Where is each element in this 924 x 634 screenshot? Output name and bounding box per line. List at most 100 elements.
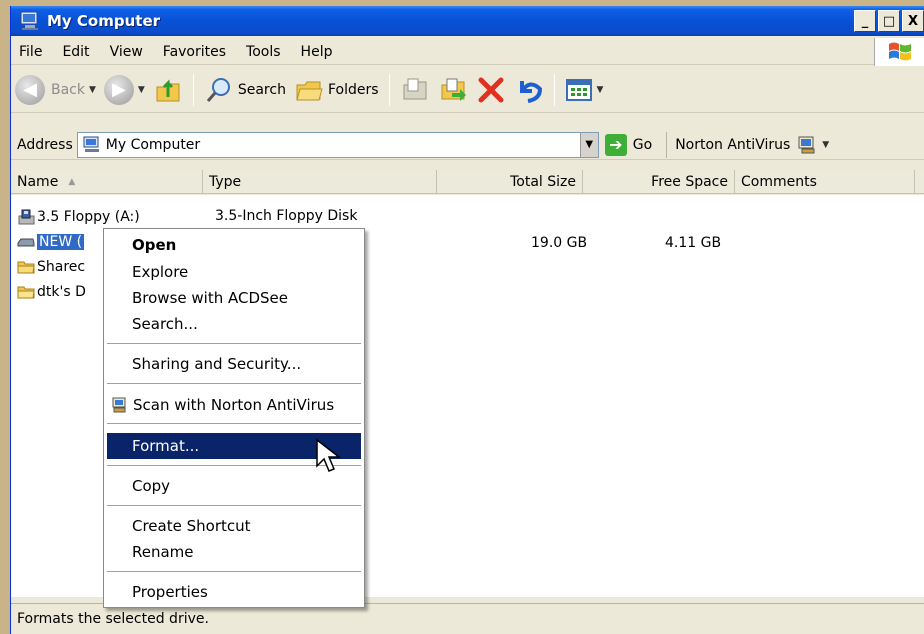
column-header-label: Comments <box>741 174 817 190</box>
copy-to-icon <box>441 78 466 101</box>
chevron-down-icon[interactable]: ▼ <box>89 85 96 95</box>
menu-separator <box>107 505 361 506</box>
back-button[interactable]: ◀ Back ▼ <box>11 71 100 109</box>
delete-button[interactable] <box>472 71 510 109</box>
address-label: Address <box>17 136 73 153</box>
menu-edit[interactable]: Edit <box>52 44 99 60</box>
menu-item-open[interactable]: Open <box>107 232 361 258</box>
column-header-label: Type <box>209 174 242 190</box>
toolbar-separator <box>388 73 390 106</box>
window-title: My Computer <box>47 12 161 30</box>
item-type: 3.5-Inch Floppy Disk <box>215 208 358 224</box>
close-button[interactable]: X <box>902 10 924 32</box>
menu-favorites[interactable]: Favorites <box>153 44 236 60</box>
item-total-size: 19.0 GB <box>531 235 588 251</box>
menu-tools[interactable]: Tools <box>236 44 291 60</box>
menu-file[interactable]: File <box>11 44 52 60</box>
my-computer-icon <box>83 136 99 152</box>
list-item-selected[interactable]: NEW ( <box>11 230 85 254</box>
chevron-down-icon[interactable]: ▼ <box>822 140 829 150</box>
norton-icon <box>798 136 815 153</box>
up-folder-icon <box>156 78 180 101</box>
column-header-name[interactable]: Name ▲ <box>11 170 203 194</box>
column-header-total-size[interactable]: Total Size <box>437 170 583 194</box>
menu-item-create-shortcut[interactable]: Create Shortcut <box>107 513 361 539</box>
address-bar: Address My Computer ▼ ➔ Go Norton AntiVi… <box>11 130 924 160</box>
chevron-down-icon[interactable]: ▼ <box>597 85 604 95</box>
item-name: 3.5 Floppy (A:) <box>37 209 140 225</box>
menu-item-rename[interactable]: Rename <box>107 539 361 565</box>
views-button[interactable]: ▼ <box>561 71 608 109</box>
menu-item-sharing-security[interactable]: Sharing and Security... <box>107 351 361 377</box>
column-headers: Name ▲ Type Total Size Free Space Commen… <box>11 170 924 194</box>
undo-icon <box>519 80 542 103</box>
forward-arrow-icon: ▶ <box>103 74 134 105</box>
address-field[interactable]: My Computer ▼ <box>76 131 599 158</box>
item-free-space: 4.11 GB <box>665 235 722 251</box>
context-menu: Open Explore Browse with ACDSee Search..… <box>103 228 365 608</box>
chevron-down-icon[interactable]: ▼ <box>138 85 145 95</box>
list-item[interactable]: dtk's D <box>11 280 86 304</box>
column-header-label: Free Space <box>651 174 728 190</box>
menu-item-search[interactable]: Search... <box>107 311 361 337</box>
copy-to-button[interactable] <box>434 71 472 109</box>
move-to-icon <box>403 78 427 99</box>
undo-button[interactable] <box>510 71 548 109</box>
go-label: Go <box>632 136 653 153</box>
column-header-type[interactable]: Type <box>203 170 437 194</box>
views-icon <box>565 78 592 101</box>
menu-item-label: Scan with Norton AntiVirus <box>133 396 335 414</box>
folders-icon <box>296 81 323 100</box>
search-label: Search <box>237 81 286 98</box>
delete-x-icon <box>478 77 504 102</box>
item-name: Sharec <box>37 259 86 275</box>
menu-item-browse-acdsee[interactable]: Browse with ACDSee <box>107 285 361 311</box>
folder-icon <box>17 286 35 299</box>
menu-separator <box>107 383 361 384</box>
list-item[interactable]: Sharec <box>11 255 85 279</box>
maximize-button[interactable]: □ <box>878 10 900 32</box>
up-folder-button[interactable] <box>149 71 187 109</box>
go-arrow-icon: ➔ <box>604 133 627 156</box>
address-dropdown-button[interactable]: ▼ <box>579 132 598 157</box>
status-text: Formats the selected drive. <box>17 611 209 627</box>
forward-button[interactable]: ▶ ▼ <box>100 71 149 109</box>
column-header-free-space[interactable]: Free Space <box>583 170 735 194</box>
title-bar[interactable]: My Computer _ □ X <box>11 6 924 36</box>
column-header-label: Total Size <box>510 174 576 190</box>
norton-scan-icon <box>112 397 126 413</box>
folders-label: Folders <box>327 81 379 98</box>
menu-item-properties[interactable]: Properties <box>107 579 361 605</box>
menu-view[interactable]: View <box>100 44 153 60</box>
norton-label: Norton AntiVirus <box>675 136 791 153</box>
list-item[interactable]: 3.5 Floppy (A:) <box>11 205 140 229</box>
mouse-pointer-icon <box>316 438 342 472</box>
column-header-comments[interactable]: Comments <box>735 170 915 194</box>
address-value: My Computer <box>105 136 201 153</box>
item-name: NEW ( <box>37 234 85 250</box>
toolbar-separator <box>553 73 555 106</box>
item-name: dtk's D <box>37 284 86 300</box>
menu-separator <box>107 571 361 572</box>
toolbar-separator <box>192 73 194 106</box>
search-icon <box>206 77 230 102</box>
minimize-button[interactable]: _ <box>854 10 876 32</box>
menu-separator <box>107 343 361 344</box>
move-to-button[interactable] <box>396 71 434 109</box>
menu-help[interactable]: Help <box>291 44 343 60</box>
back-arrow-icon: ◀ <box>15 74 45 105</box>
hard-drive-icon <box>17 238 35 247</box>
search-button[interactable]: Search <box>200 71 290 109</box>
floppy-drive-icon <box>18 209 35 225</box>
menu-bar: File Edit View Favorites Tools Help <box>11 38 924 66</box>
go-button[interactable]: ➔ Go <box>604 133 653 156</box>
windows-logo-icon <box>874 38 924 66</box>
menu-item-scan-norton[interactable]: Scan with Norton AntiVirus <box>107 392 361 418</box>
back-label: Back <box>51 81 85 98</box>
folders-button[interactable]: Folders <box>290 71 383 109</box>
shared-folder-icon <box>17 261 35 274</box>
norton-antivirus-toolbar[interactable]: Norton AntiVirus ▼ <box>666 131 829 158</box>
menu-item-explore[interactable]: Explore <box>107 259 361 285</box>
standard-toolbar: ◀ Back ▼ ▶ ▼ Search Folders ▼ <box>11 67 924 113</box>
column-header-label: Name <box>17 174 59 190</box>
